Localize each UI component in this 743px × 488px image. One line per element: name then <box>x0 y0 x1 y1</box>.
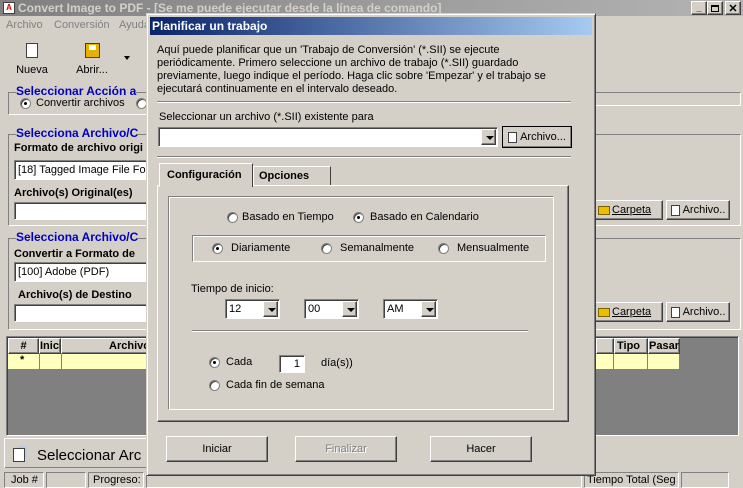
finish-button[interactable]: Finalizar <box>295 436 397 462</box>
document-icon <box>670 306 680 318</box>
ampm-select[interactable]: AM <box>383 299 438 319</box>
chevron-down-icon[interactable] <box>421 301 436 317</box>
files-icon <box>13 448 25 462</box>
job-file-button[interactable]: Archivo... <box>502 126 572 148</box>
minimize-button[interactable]: _ <box>691 1 707 15</box>
every-days-input[interactable]: 1 <box>279 355 305 373</box>
chevron-down-icon[interactable] <box>342 301 357 317</box>
days-label: día(s)) <box>321 357 353 369</box>
dialog-title-bar: Planificar un trabajo <box>150 17 592 35</box>
dest-files-label: Archivo(s) de Destino <box>18 289 132 301</box>
monthly-radio[interactable] <box>438 243 449 254</box>
document-icon <box>670 204 680 216</box>
close-icon: ✕ <box>728 2 738 15</box>
every-label: Cada <box>226 356 253 368</box>
status-job: Job # <box>4 472 44 488</box>
action-right-box <box>595 92 741 106</box>
chevron-down-icon[interactable] <box>263 301 278 317</box>
original-files-input[interactable] <box>14 202 148 220</box>
status-total-time-value <box>681 472 729 488</box>
col-type-header[interactable]: Tipo <box>614 338 648 354</box>
monthly-label: Mensualmente <box>457 242 530 254</box>
weekly-radio[interactable] <box>321 243 332 254</box>
time-based-radio[interactable] <box>227 212 238 223</box>
col-pasar-header[interactable]: Pasar <box>648 338 680 354</box>
start-button[interactable]: Iniciar <box>166 436 268 462</box>
dest-format-select[interactable]: [100] Adobe (PDF) <box>14 262 148 282</box>
daily-radio[interactable] <box>212 243 223 254</box>
open-button[interactable]: Abrir... <box>70 40 114 78</box>
do-button[interactable]: Hacer <box>430 436 532 462</box>
dest-folder-button[interactable]: Carpeta <box>593 302 663 322</box>
original-files-label: Archivo(s) Original(es) <box>14 187 133 199</box>
tab-panel: Basado en Tiempo Basado en Calendario Di… <box>157 185 569 422</box>
bottom-tab-label: Seleccionar Arc <box>37 447 142 464</box>
folder-icon <box>598 307 610 317</box>
dest-file-button[interactable]: Archivo.. <box>666 302 730 322</box>
new-button[interactable]: Nueva <box>10 40 54 78</box>
weekend-label: Cada fin de semana <box>226 379 325 391</box>
row-marker: * <box>20 354 25 366</box>
open-label: Abrir... <box>76 63 108 76</box>
every-days-radio[interactable] <box>209 357 220 368</box>
app-icon: A <box>3 2 15 14</box>
weekend-radio[interactable] <box>209 380 220 391</box>
calendar-based-radio[interactable] <box>353 212 364 223</box>
chevron-down-icon[interactable] <box>481 129 496 145</box>
divider-top <box>157 101 571 103</box>
close-button[interactable]: ✕ <box>725 1 741 15</box>
col-num-header[interactable]: # <box>8 338 39 354</box>
col-file-header[interactable]: Archivo <box>61 338 151 354</box>
source-file-button[interactable]: Archivo.. <box>666 200 730 220</box>
maximize-icon <box>711 4 719 12</box>
start-time-label: Tiempo de inicio: <box>191 283 274 295</box>
job-file-select[interactable] <box>158 127 498 147</box>
daily-label: Diariamente <box>231 242 291 254</box>
calendar-based-label: Basado en Calendario <box>370 211 479 223</box>
maximize-button[interactable] <box>707 1 723 15</box>
menu-conversion[interactable]: Conversión <box>54 19 110 31</box>
convert-radio-label: Convertir archivos <box>36 97 125 109</box>
hour-select[interactable]: 12 <box>225 299 280 319</box>
source-format-select[interactable]: [18] Tagged Image File For <box>14 160 148 180</box>
convert-radio[interactable] <box>20 98 31 109</box>
document-icon <box>508 131 518 143</box>
new-file-icon <box>26 42 38 58</box>
bottom-tab-select-files[interactable]: Seleccionar Arc <box>4 438 154 468</box>
divider-mid <box>157 156 571 158</box>
minute-select[interactable]: 00 <box>304 299 359 319</box>
save-disk-icon <box>84 42 100 58</box>
tab-opciones[interactable]: Opciones <box>253 166 331 185</box>
col-blank-header[interactable] <box>596 338 614 354</box>
tab-configuracion[interactable]: Configuración <box>159 163 253 187</box>
status-progress: Progreso: <box>88 472 144 488</box>
source-folder-button[interactable]: Carpeta <box>593 200 663 220</box>
divider-inner <box>192 330 528 332</box>
new-label: Nueva <box>16 63 48 76</box>
dest-files-input[interactable] <box>14 304 148 322</box>
dialog-description: Aquí puede planificar que un 'Trabajo de… <box>157 44 546 95</box>
dest-format-label: Convertir a Formato de <box>14 248 136 260</box>
status-job-value <box>46 472 86 488</box>
schedule-dialog: Planificar un trabajo Aquí puede planifi… <box>146 13 596 476</box>
section-source-title: Selecciona Archivo/C <box>16 126 139 140</box>
time-based-label: Basado en Tiempo <box>242 211 334 223</box>
source-format-label: Formato de archivo origi <box>14 142 143 154</box>
menu-archivo[interactable]: Archivo <box>6 19 43 31</box>
status-total-time: Tiempo Total (Seg <box>584 472 679 488</box>
dialog-title: Planificar un trabajo <box>152 19 268 33</box>
weekly-label: Semanalmente <box>340 242 414 254</box>
section-action-title: Seleccionar Acción a <box>16 84 137 98</box>
chevron-down-icon[interactable] <box>124 56 130 60</box>
col-ini-header[interactable]: Inici <box>39 338 61 354</box>
section-dest-title: Selecciona Archivo/C <box>16 230 139 244</box>
folder-icon <box>598 205 610 215</box>
select-file-label: Seleccionar un archivo (*.SII) existente… <box>159 111 374 123</box>
